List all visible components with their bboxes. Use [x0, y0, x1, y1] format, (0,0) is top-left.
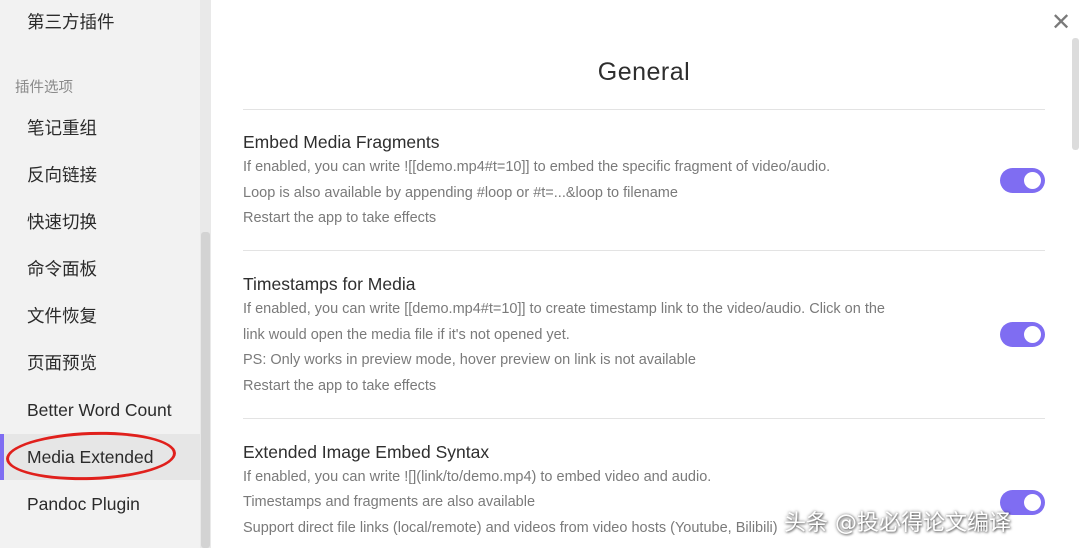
setting-name-timestamps-for-media: Timestamps for Media [243, 274, 416, 294]
sidebar-item-third-party-plugins[interactable]: 第三方插件 [0, 0, 200, 46]
close-icon[interactable]: ✕ [1046, 8, 1076, 38]
toggle-timestamps-for-media[interactable] [1000, 322, 1045, 347]
sidebar-item-pandoc-plugin[interactable]: Pandoc Plugin [0, 481, 200, 527]
toggle-embed-media-fragments[interactable] [1000, 168, 1045, 193]
setting-desc-line: Restart the app to take effects [243, 210, 437, 226]
divider [243, 250, 1045, 251]
setting-desc-line: Restart the app to take effects [243, 378, 437, 394]
setting-desc-line: Support direct file links (local/remote)… [243, 520, 778, 536]
divider [243, 418, 1045, 419]
setting-desc-line: If enabled, you can write ![[demo.mp4#t=… [243, 159, 831, 175]
sidebar-item-note-composer[interactable]: 笔记重组 [0, 106, 200, 152]
sidebar-item-media-extended[interactable]: Media Extended [0, 434, 200, 480]
setting-desc-line: If enabled, you can write [[demo.mp4#t=1… [243, 301, 885, 317]
page-title: General [597, 58, 691, 86]
settings-sidebar: 第三方插件 插件选项 笔记重组 反向链接 快速切换 命令面板 文件恢复 页面预览… [0, 0, 200, 548]
sidebar-item-file-recovery[interactable]: 文件恢复 [0, 294, 200, 340]
setting-desc-line: link would open the media file if it's n… [243, 327, 570, 343]
sidebar-item-command-palette[interactable]: 命令面板 [0, 247, 200, 293]
sidebar-scrollbar-thumb[interactable] [201, 232, 210, 548]
watermark-text: 头条 @投必得论文编译 [784, 511, 1011, 536]
content-scrollbar-thumb[interactable] [1072, 38, 1079, 150]
sidebar-item-better-word-count[interactable]: Better Word Count [0, 387, 200, 433]
setting-name-extended-image-embed-syntax: Extended Image Embed Syntax [243, 442, 490, 462]
sidebar-item-page-preview[interactable]: 页面预览 [0, 341, 200, 387]
sidebar-item-backlinks[interactable]: 反向链接 [0, 153, 200, 199]
setting-desc-line: Loop is also available by appending #loo… [243, 185, 678, 201]
setting-desc-line: If enabled, you can write ![](link/to/de… [243, 469, 712, 485]
setting-desc-line: Timestamps and fragments are also availa… [243, 494, 536, 510]
setting-desc-line: PS: Only works in preview mode, hover pr… [243, 352, 696, 368]
sidebar-heading-plugin-options: 插件选项 [15, 80, 73, 96]
setting-name-embed-media-fragments: Embed Media Fragments [243, 132, 440, 152]
sidebar-item-quick-switcher[interactable]: 快速切换 [0, 200, 200, 246]
divider [243, 109, 1045, 110]
